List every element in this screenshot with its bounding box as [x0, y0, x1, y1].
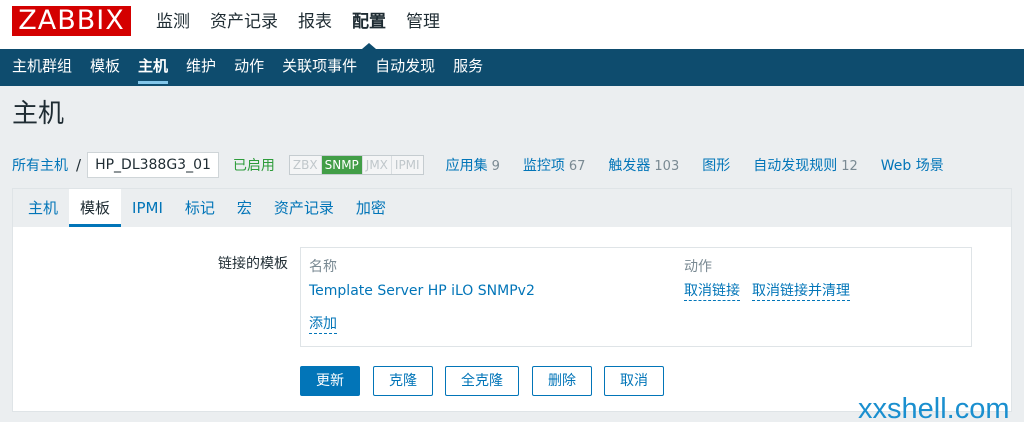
link-triggers-count: 103 — [654, 159, 680, 174]
unlink-button[interactable]: 取消链接 — [684, 283, 740, 301]
sub-menu-discovery[interactable]: 自动发现 — [366, 49, 444, 86]
ipmi-availability-badge: IPMI — [391, 156, 423, 174]
tab-tags[interactable]: 标记 — [173, 189, 226, 227]
top-menu-monitoring[interactable]: 监测 — [146, 0, 200, 49]
unlink-and-clear-button[interactable]: 取消链接并清理 — [752, 283, 850, 301]
update-button[interactable]: 更新 — [300, 366, 360, 396]
sub-menu-templates[interactable]: 模板 — [81, 49, 129, 86]
zbx-availability-badge: ZBX — [289, 156, 322, 174]
sub-menu-host-groups[interactable]: 主机群组 — [3, 49, 81, 86]
link-items-count: 67 — [568, 159, 586, 174]
add-template-button[interactable]: 添加 — [309, 316, 337, 334]
tab-encryption[interactable]: 加密 — [344, 189, 397, 227]
link-items[interactable]: 监控项 67 — [523, 155, 586, 175]
linked-templates-table: 名称 动作 Template Server HP iLO SNMPv2 取消链接… — [300, 247, 972, 347]
link-discovery-rules-count: 12 — [841, 159, 858, 174]
sub-menu-event-correlation[interactable]: 关联项事件 — [273, 49, 366, 86]
breadcrumb-all-hosts[interactable]: 所有主机 — [12, 155, 68, 175]
column-header-name: 名称 — [309, 259, 337, 275]
link-discovery-rules-label: 自动发现规则 — [753, 158, 838, 174]
breadcrumb-current-host[interactable]: HP_DL388G3_01 — [87, 152, 219, 178]
column-header-action: 动作 — [684, 259, 712, 275]
link-discovery-rules[interactable]: 自动发现规则 12 — [753, 155, 858, 175]
tab-macros[interactable]: 宏 — [225, 189, 263, 227]
tab-templates[interactable]: 模板 — [69, 189, 122, 227]
tab-inventory[interactable]: 资产记录 — [262, 189, 345, 227]
clone-button[interactable]: 克隆 — [373, 366, 433, 396]
cancel-button[interactable]: 取消 — [604, 366, 664, 396]
link-graphs-label: 图形 — [702, 158, 731, 174]
link-web-scenarios[interactable]: Web 场景 — [881, 155, 944, 175]
host-navigation-bar: 所有主机 / HP_DL388G3_01 已启用 ZBX SNMP JMX IP… — [12, 150, 1012, 180]
zabbix-logo[interactable]: ZABBIX — [12, 6, 131, 36]
link-applications-label: 应用集 — [445, 158, 488, 174]
link-web-scenarios-label: Web 场景 — [880, 158, 944, 174]
link-triggers-label: 触发器 — [608, 158, 651, 174]
top-menu-configuration[interactable]: 配置 — [342, 0, 396, 49]
form-tabs: 主机 模板 IPMI 标记 宏 资产记录 加密 — [13, 189, 1011, 227]
site-watermark: xxshell.com — [858, 393, 1010, 422]
jmx-availability-badge: JMX — [362, 156, 392, 174]
top-menu-reports[interactable]: 报表 — [288, 0, 342, 49]
link-triggers[interactable]: 触发器 103 — [608, 155, 679, 175]
delete-button[interactable]: 删除 — [532, 366, 592, 396]
sub-menu-actions[interactable]: 动作 — [225, 49, 273, 86]
sub-menu-maintenance[interactable]: 维护 — [177, 49, 225, 86]
top-menu-inventory[interactable]: 资产记录 — [200, 0, 288, 49]
availability-indicators: ZBX SNMP JMX IPMI — [288, 155, 424, 175]
top-menu: 监测 资产记录 报表 配置 管理 — [146, 0, 450, 49]
linked-template-name-link[interactable]: Template Server HP iLO SNMPv2 — [309, 283, 535, 299]
link-applications-count: 9 — [491, 159, 500, 174]
top-menu-administration[interactable]: 管理 — [396, 0, 450, 49]
page-title: 主机 — [12, 99, 65, 129]
host-status-enabled[interactable]: 已启用 — [233, 155, 275, 175]
sub-menu: 主机群组 模板 主机 维护 动作 关联项事件 自动发现 服务 — [0, 49, 1024, 86]
full-clone-button[interactable]: 全克隆 — [445, 366, 519, 396]
host-form-panel: 主机 模板 IPMI 标记 宏 资产记录 加密 链接的模板 名称 动作 Temp… — [12, 188, 1012, 412]
link-items-label: 监控项 — [522, 158, 565, 174]
tab-host[interactable]: 主机 — [17, 189, 70, 227]
sub-menu-hosts[interactable]: 主机 — [129, 49, 177, 86]
link-applications[interactable]: 应用集 9 — [446, 155, 500, 175]
snmp-availability-badge: SNMP — [321, 156, 363, 174]
linked-templates-label: 链接的模板 — [218, 256, 288, 272]
sub-menu-services[interactable]: 服务 — [444, 49, 492, 86]
tab-ipmi[interactable]: IPMI — [121, 189, 174, 227]
link-graphs[interactable]: 图形 — [702, 155, 730, 175]
top-header: ZABBIX 监测 资产记录 报表 配置 管理 — [0, 0, 1024, 49]
breadcrumb-separator: / — [76, 156, 82, 174]
